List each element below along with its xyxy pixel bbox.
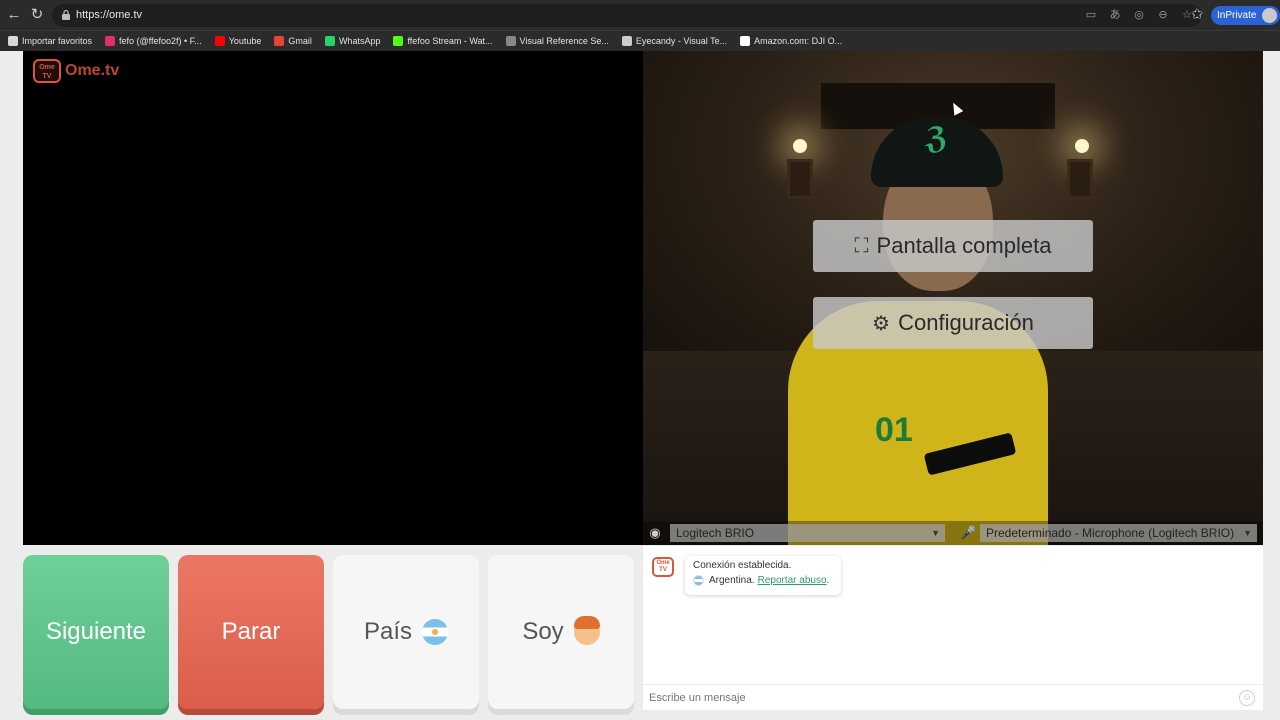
camera-permission-icon[interactable]: ▭: [1084, 8, 1098, 22]
gender-label: Soy: [522, 618, 564, 645]
bookmarks-bar: Importar favoritos fefo (@ffefoo2f) • F..…: [0, 31, 1280, 51]
bookmark-label: Gmail: [288, 36, 312, 46]
browser-toolbar: ← ↻ https://ome.tv ▭ あ ◎ ⊖ ☆ ✩ InPrivate: [0, 0, 1280, 31]
microphone-icon: 🎤: [960, 525, 977, 540]
microphone-select[interactable]: Predeterminado - Microphone (Logitech BR…: [980, 524, 1257, 542]
gmail-icon: [274, 36, 285, 46]
bookmark-item[interactable]: Eyecandy - Visual Te...: [621, 36, 728, 46]
device-bar: ◉ Logitech BRIO ▼ 🎤 Predeterminado - Mic…: [643, 521, 1263, 545]
system-message: Conexión establecida. Argentina. Reporta…: [685, 556, 841, 595]
gear-icon: ⚙: [872, 312, 891, 335]
fullscreen-button[interactable]: ⛶ Pantalla completa: [813, 220, 1093, 272]
favorites-icon[interactable]: ✩: [1188, 6, 1206, 24]
logo-wordmark: Ome.tv: [65, 62, 120, 79]
video-picture-frame: [1067, 159, 1093, 199]
instagram-icon: [105, 36, 116, 46]
bookmark-item[interactable]: fefo (@ffefoo2f) • F...: [105, 36, 202, 46]
video-lamp-left: [793, 139, 807, 153]
next-button[interactable]: Siguiente: [23, 555, 169, 709]
connection-status: Conexión establecida.: [693, 560, 792, 571]
report-abuse-link[interactable]: Reportar abuso: [758, 575, 827, 586]
tracking-prevention-icon[interactable]: ◎: [1132, 8, 1146, 22]
stop-label: Parar: [221, 618, 281, 645]
camera-select-value: Logitech BRIO: [676, 526, 755, 540]
self-video: ℨ 01 ⛶ Pantalla completa ⚙ Configuración…: [643, 51, 1263, 545]
country-label: País: [363, 618, 413, 645]
bookmark-label: fefo (@ffefoo2f) • F...: [119, 36, 202, 46]
amazon-icon: [740, 36, 751, 46]
settings-label: Configuración: [898, 310, 1034, 335]
tv-logo-icon: Ome TV: [33, 59, 61, 83]
bookmark-item[interactable]: Amazon.com: DJI O...: [740, 36, 842, 46]
globe-icon: [505, 36, 516, 46]
country-line: Argentina. Reportar abuso.: [693, 575, 833, 586]
lock-icon: [62, 9, 70, 20]
eyecandy-icon: [621, 36, 632, 46]
bookmark-label: Importar favoritos: [22, 36, 93, 46]
stranger-video: Ome TV Ome.tv: [23, 51, 643, 545]
bookmark-label: Visual Reference Se...: [519, 36, 609, 46]
fullscreen-label: Pantalla completa: [876, 233, 1052, 258]
bookmark-item[interactable]: ffefoo Stream - Wat...: [393, 36, 493, 46]
chat-input-area: ☺: [643, 684, 1263, 710]
bookmark-label: Youtube: [228, 36, 262, 46]
bookmark-item[interactable]: WhatsApp: [324, 36, 381, 46]
folder-icon: [8, 36, 18, 46]
chevron-down-icon: ▼: [931, 528, 940, 538]
video-picture-frame: [787, 159, 813, 199]
inprivate-badge[interactable]: InPrivate: [1211, 6, 1280, 25]
extensions-icon[interactable]: ⊖: [1156, 8, 1170, 22]
fullscreen-icon: ⛶: [854, 234, 869, 257]
country-button[interactable]: País: [333, 555, 479, 709]
bookmark-item[interactable]: Visual Reference Se...: [505, 36, 609, 46]
boy-emoji-icon: [573, 616, 600, 645]
emoji-icon[interactable]: ☺: [1239, 690, 1255, 706]
url-text: https://ome.tv: [76, 9, 143, 21]
bookmark-item[interactable]: Gmail: [274, 36, 312, 46]
kick-icon: [393, 36, 404, 46]
chat-panel: Ome TV Conexión establecida. Argentina. …: [643, 546, 1263, 710]
bookmark-item[interactable]: Youtube: [214, 36, 262, 46]
ometv-page: Ome TV Ome.tv ℨ 01 ⛶ Pantalla completa ⚙…: [0, 51, 1280, 720]
profile-avatar: [1262, 8, 1278, 23]
settings-button[interactable]: ⚙ Configuración: [813, 297, 1093, 349]
microphone-select-value: Predeterminado - Microphone (Logitech BR…: [986, 526, 1235, 540]
gender-button[interactable]: Soy: [488, 555, 634, 709]
stop-button[interactable]: Parar: [178, 555, 324, 709]
inprivate-label: InPrivate: [1217, 10, 1257, 21]
whatsapp-icon: [324, 36, 335, 46]
shirt-number-graphic: 01: [875, 411, 913, 449]
stranger-country: Argentina.: [709, 575, 755, 586]
bookmark-item[interactable]: Importar favoritos: [8, 36, 92, 46]
camera-select[interactable]: Logitech BRIO ▼: [670, 524, 945, 542]
message-input[interactable]: [649, 689, 1219, 707]
bookmark-label: ffefoo Stream - Wat...: [407, 36, 493, 46]
report-suffix: .: [826, 575, 830, 586]
cap-logo-icon: ℨ: [925, 122, 948, 155]
address-bar-actions: ▭ あ ◎ ⊖ ☆: [1084, 8, 1194, 22]
bookmark-label: WhatsApp: [338, 36, 381, 46]
address-bar[interactable]: https://ome.tv ▭ あ ◎ ⊖ ☆: [52, 4, 1202, 27]
argentina-flag-icon: [693, 575, 704, 586]
ometv-chat-avatar: Ome TV: [652, 557, 674, 577]
ometv-logo: Ome TV Ome.tv: [33, 59, 119, 83]
back-icon[interactable]: ←: [5, 6, 23, 24]
translate-icon[interactable]: あ: [1108, 8, 1122, 22]
chevron-down-icon: ▼: [1243, 528, 1252, 538]
next-label: Siguiente: [45, 618, 147, 645]
bookmark-label: Amazon.com: DJI O...: [754, 36, 843, 46]
bookmark-label: Eyecandy - Visual Te...: [635, 36, 728, 46]
video-lamp-right: [1075, 139, 1089, 153]
youtube-icon: [214, 36, 225, 46]
refresh-icon[interactable]: ↻: [28, 6, 46, 24]
argentina-flag-icon: [422, 619, 449, 645]
webcam-icon: ◉: [649, 525, 661, 540]
